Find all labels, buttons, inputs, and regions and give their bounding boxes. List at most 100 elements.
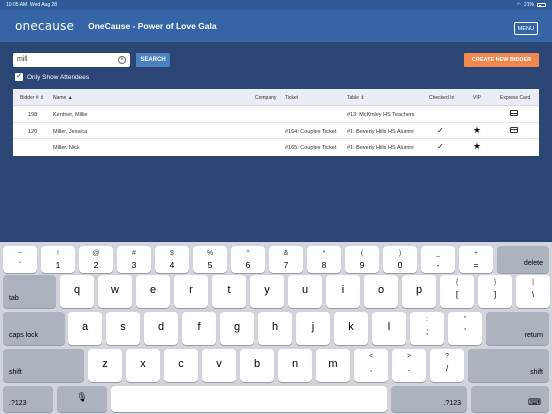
- key-shift-char: ~: [17, 250, 23, 257]
- key-label: tab: [9, 295, 19, 302]
- numbers-right-key[interactable]: .?123: [391, 386, 467, 412]
- numbers-left-key[interactable]: .?123: [3, 386, 53, 412]
- onscreen-keyboard: ~ `! 1 @2 #3 $4% 5 ^ 6 & 7 * 8(9) 0 _ - + = delete tab q w e r t…: [0, 242, 552, 414]
- key-m[interactable]: m: [316, 349, 350, 382]
- shift-right-key[interactable]: shift: [468, 349, 549, 382]
- key-char: x: [140, 358, 146, 370]
- key-char: y: [264, 284, 270, 296]
- create-new-bidder-button[interactable]: CREATE NEW BIDDER: [464, 53, 539, 67]
- col-bidder[interactable]: Bidder # ⇕: [20, 95, 44, 101]
- key-7[interactable]: & 7: [269, 246, 303, 273]
- key-g[interactable]: g: [220, 312, 254, 345]
- key-char: q: [73, 284, 81, 296]
- key-2[interactable]: @2: [79, 246, 113, 273]
- key-shift-char: $: [170, 250, 174, 257]
- key-shift-char: :: [426, 316, 428, 323]
- col-ticket: Ticket: [285, 95, 299, 101]
- search-input[interactable]: mill ×: [13, 53, 130, 67]
- clear-icon[interactable]: ×: [118, 56, 126, 64]
- key-shift-char: ): [398, 250, 402, 257]
- key-char: 1: [55, 260, 61, 270]
- shift-left-key[interactable]: shift: [3, 349, 84, 382]
- key-label: caps lock: [9, 332, 39, 339]
- checked-in-icon: ✓: [437, 142, 444, 151]
- key-j[interactable]: j: [296, 312, 330, 345]
- key-i[interactable]: i: [326, 275, 360, 308]
- vip-star-icon: ★: [473, 141, 482, 151]
- key-9[interactable]: (9: [345, 246, 379, 273]
- menu-button[interactable]: MENU: [513, 22, 538, 35]
- key-x[interactable]: x: [126, 349, 160, 382]
- status-time: 10:05 AM Wed Aug 28: [6, 2, 58, 8]
- key-r[interactable]: r: [174, 275, 208, 308]
- key-;[interactable]: :;: [410, 312, 444, 345]
- key-a[interactable]: a: [68, 312, 102, 345]
- key-4[interactable]: $4: [155, 246, 189, 273]
- hide-keyboard-key[interactable]: ⌨: [471, 386, 549, 412]
- table-row[interactable]: 120 Miller, Jessica #164: Couples Ticket #1…: [13, 123, 539, 139]
- delete-key[interactable]: delete: [497, 246, 549, 273]
- key-y[interactable]: y: [250, 275, 284, 308]
- key--[interactable]: _ -: [421, 246, 455, 273]
- key-l[interactable]: l: [372, 312, 406, 345]
- express-card-icon[interactable]: [510, 110, 518, 116]
- key-][interactable]: }]: [478, 275, 512, 308]
- key-6[interactable]: ^ 6: [231, 246, 265, 273]
- key-1[interactable]: ! 1: [41, 246, 75, 273]
- key-5[interactable]: % 5: [193, 246, 227, 273]
- key-o[interactable]: o: [364, 275, 398, 308]
- key-c[interactable]: c: [164, 349, 198, 382]
- key-h[interactable]: h: [258, 312, 292, 345]
- caps-lock-key[interactable]: caps lock: [3, 312, 65, 345]
- key-p[interactable]: p: [402, 275, 436, 308]
- key-0[interactable]: ) 0: [383, 246, 417, 273]
- key-char: 9: [359, 260, 365, 270]
- key-t[interactable]: t: [212, 275, 246, 308]
- key-'[interactable]: " ': [448, 312, 482, 345]
- microphone-key[interactable]: 🎙: [57, 386, 107, 412]
- key-3[interactable]: #3: [117, 246, 151, 273]
- key-k[interactable]: k: [334, 312, 368, 345]
- vip-star-icon: ★: [473, 124, 482, 135]
- key-s[interactable]: s: [106, 312, 140, 345]
- key-char: 3: [131, 260, 137, 270]
- key-.[interactable]: >.: [392, 349, 426, 382]
- only-attendees-toggle[interactable]: ✓ Only Show Attendees: [15, 72, 89, 82]
- key-v[interactable]: v: [202, 349, 236, 382]
- checkbox-checked-icon[interactable]: ✓: [15, 73, 23, 81]
- table-row[interactable]: Miller, Nick #165: Couples Ticket #1: Beve…: [13, 139, 539, 156]
- key-z[interactable]: z: [88, 349, 122, 382]
- key-=[interactable]: + =: [459, 246, 493, 273]
- key-,[interactable]: <,: [354, 349, 388, 382]
- key-b[interactable]: b: [240, 349, 274, 382]
- table-row[interactable]: 198 Kentner, Millie #13: McKinley HS Teach…: [13, 106, 539, 123]
- key-char: `: [18, 260, 22, 270]
- search-button[interactable]: SEARCH: [136, 53, 170, 67]
- tab-key[interactable]: tab: [3, 275, 56, 308]
- space-key[interactable]: [111, 386, 387, 412]
- express-card-icon[interactable]: [510, 126, 518, 133]
- key-u[interactable]: u: [288, 275, 322, 308]
- key-label: .?123: [9, 400, 27, 407]
- key-n[interactable]: n: [278, 349, 312, 382]
- key-q[interactable]: q: [60, 275, 94, 308]
- key-e[interactable]: e: [136, 275, 170, 308]
- key-/[interactable]: ? /: [430, 349, 464, 382]
- key-char: l: [387, 321, 391, 333]
- col-name[interactable]: Name ▲: [53, 95, 73, 101]
- key-`[interactable]: ~ `: [3, 246, 37, 273]
- key-char: i: [341, 284, 345, 296]
- key-shift-char: _: [436, 250, 440, 257]
- key-char: [: [455, 289, 459, 299]
- key-char: v: [216, 358, 222, 370]
- key-f[interactable]: f: [182, 312, 216, 345]
- return-key[interactable]: return: [486, 312, 549, 345]
- key-d[interactable]: d: [144, 312, 178, 345]
- key-w[interactable]: w: [98, 275, 132, 308]
- key-shift-char: }: [493, 279, 497, 286]
- col-table[interactable]: Table ⇕: [347, 95, 365, 101]
- key-[[interactable]: {[: [440, 275, 474, 308]
- key-8[interactable]: * 8: [307, 246, 341, 273]
- key-\[interactable]: | \: [516, 275, 550, 308]
- key-shift-char: <: [368, 353, 374, 360]
